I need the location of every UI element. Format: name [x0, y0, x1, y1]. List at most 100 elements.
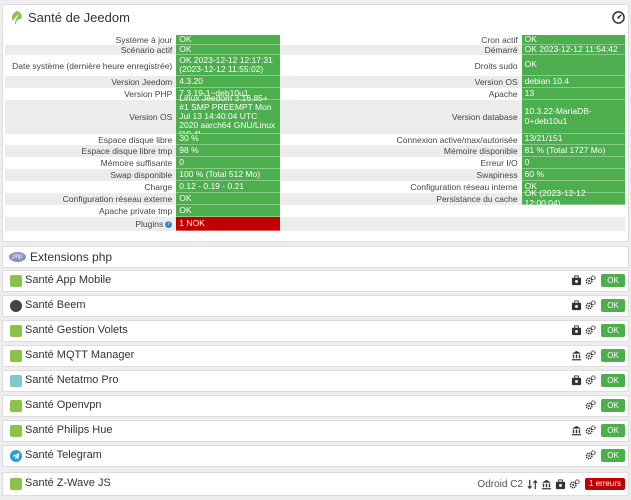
health-label: Swapiness	[476, 170, 518, 180]
openvpn-icon	[10, 400, 22, 412]
health-label: Configuration réseau externe	[62, 194, 173, 204]
health-value-empty	[522, 217, 625, 231]
plugin-row[interactable]: Santé Philips Hue OK	[2, 420, 629, 442]
health-label: Connexion active/max/autorisée	[396, 134, 518, 145]
plugin-actions: Odroid C2 1 erreurs	[477, 478, 625, 490]
gear-icon[interactable]	[585, 325, 596, 336]
health-value: OK	[176, 44, 280, 55]
plugin-row[interactable]: Santé Openvpn OK	[2, 395, 629, 417]
health-label: Version database	[451, 112, 518, 122]
dashboard-icon[interactable]	[612, 11, 625, 24]
status-badge[interactable]: OK	[601, 299, 625, 312]
gear-icon[interactable]	[585, 425, 596, 436]
plugin-row[interactable]: Santé Telegram OK	[2, 445, 629, 467]
config-icon[interactable]	[571, 375, 582, 386]
health-row: Date système (dernière heure enregistrée…	[5, 55, 625, 76]
status-badge[interactable]: OK	[601, 324, 625, 337]
health-value: 0	[176, 157, 280, 169]
plugin-actions: OK	[585, 449, 625, 462]
health-label: Configuration réseau interne	[410, 182, 518, 192]
gear-icon[interactable]	[585, 300, 596, 311]
health-label: Scénario actif	[120, 45, 173, 55]
health-label: Swap disponible	[110, 170, 173, 180]
gear-icon[interactable]	[585, 275, 596, 286]
plugin-actions: OK	[571, 324, 625, 337]
plugin-row[interactable]: Santé Netatmo Pro OK	[2, 370, 629, 392]
health-label: Système à jour	[115, 35, 173, 45]
health-label: Mémoire suffisante	[100, 158, 173, 168]
plugin-name: Santé MQTT Manager	[25, 349, 135, 361]
health-label: Apache	[488, 89, 518, 99]
health-value: Linux Jeedom 3.16.85+ #1 SMP PREEMPT Mon…	[176, 93, 280, 139]
health-label: Date système (dernière heure enregistrée…	[12, 60, 173, 71]
gear-icon[interactable]	[585, 350, 596, 361]
health-value: 13/21/151	[521, 134, 625, 145]
health-label: Cron actif	[481, 35, 518, 45]
health-label	[280, 217, 522, 231]
health-value: 0	[521, 157, 625, 169]
plugin-name: Santé Gestion Volets	[25, 324, 128, 336]
health-value: OK 2023-12-12 12:17:31 (2023-12-12 11:55…	[176, 55, 280, 76]
sort-icon[interactable]	[527, 479, 538, 490]
device-label: Odroid C2	[477, 478, 523, 490]
health-row: Version Jeedom 4.3.20 Version OS debian …	[5, 76, 625, 88]
status-badge[interactable]: OK	[601, 424, 625, 437]
plugin-name: Santé Beem	[25, 299, 86, 311]
status-badge[interactable]: OK	[601, 274, 625, 287]
plugins-label: Plugins	[135, 219, 164, 229]
extensions-php-header[interactable]: php Extensions php	[2, 246, 629, 268]
plugin-actions: OK	[571, 374, 625, 387]
plugin-actions: OK	[571, 424, 625, 437]
bank-icon[interactable]	[571, 350, 582, 361]
bank-icon[interactable]	[541, 479, 552, 490]
health-row: Mémoire suffisante 0 Erreur I/O 0	[5, 157, 625, 169]
plugin-name: Santé Philips Hue	[25, 424, 113, 436]
health-row: Espace disque libre tmp 98 % Mémoire dis…	[5, 145, 625, 157]
health-label: Version OS	[129, 112, 173, 122]
health-row: Configuration réseau externe OK Persista…	[5, 189, 625, 207]
plugins-status-value[interactable]: 1 NOK	[176, 217, 280, 231]
health-value: OK	[176, 193, 280, 205]
status-badge[interactable]: OK	[601, 399, 625, 412]
status-badge[interactable]: OK	[601, 374, 625, 387]
plugin-row[interactable]: Santé Beem OK	[2, 295, 629, 317]
gear-icon[interactable]	[585, 400, 596, 411]
config-icon[interactable]	[571, 325, 582, 336]
health-value: 10.3.22-MariaDB-0+deb10u1	[521, 100, 625, 134]
plugin-name: Santé Z-Wave JS	[25, 477, 111, 489]
plugin-row[interactable]: Santé Gestion Volets OK	[2, 320, 629, 342]
health-row: Scénario actif OK Démarré OK 2023-12-12 …	[5, 44, 625, 55]
help-icon[interactable]: ?	[165, 220, 173, 228]
bank-icon[interactable]	[571, 425, 582, 436]
error-badge[interactable]: 1 erreurs	[585, 478, 625, 490]
jeedom-leaf-icon	[12, 11, 22, 24]
gear-icon[interactable]	[585, 375, 596, 386]
plugin-row[interactable]: Santé Z-Wave JS Odroid C2 1 erreurs	[2, 472, 629, 496]
page-title: Santé de Jeedom	[28, 10, 130, 25]
plugin-row[interactable]: Santé MQTT Manager OK	[2, 345, 629, 367]
health-value: OK	[176, 205, 280, 217]
health-row: Apache private tmp OK	[5, 205, 625, 217]
health-label: Démarré	[484, 45, 518, 55]
health-label: Droits sudo	[474, 60, 518, 71]
config-icon[interactable]	[571, 275, 582, 286]
health-label: Mémoire disponible	[443, 146, 518, 156]
plugin-actions: OK	[571, 349, 625, 362]
status-badge[interactable]: OK	[601, 349, 625, 362]
config-icon[interactable]	[555, 478, 566, 490]
app-mobile-icon	[10, 275, 22, 287]
health-label: Version OS	[474, 77, 518, 87]
gear-icon[interactable]	[569, 478, 580, 490]
extensions-title: Extensions php	[30, 250, 113, 264]
health-panel-header: Santé de Jeedom	[3, 5, 628, 31]
telegram-icon	[10, 450, 22, 462]
health-row: Version PHP 7.3.19-1~deb10u1 Apache 13	[5, 88, 625, 100]
gear-icon[interactable]	[585, 450, 596, 461]
status-badge[interactable]: OK	[601, 449, 625, 462]
plugin-name: Santé Telegram	[25, 449, 102, 461]
plugin-row[interactable]: Santé App Mobile OK	[2, 270, 629, 292]
config-icon[interactable]	[571, 300, 582, 311]
health-value: 0.12 - 0.19 - 0.21	[176, 181, 280, 193]
plugin-actions: OK	[585, 399, 625, 412]
health-table: Système à jour OK Cron actif OK Scénario…	[5, 34, 625, 231]
